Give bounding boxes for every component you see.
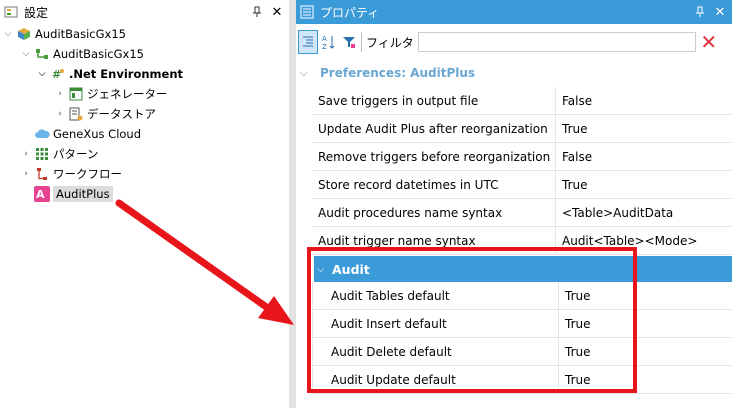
- properties-title: プロパティ: [320, 5, 380, 20]
- version-icon: [34, 46, 50, 62]
- pin-icon[interactable]: [247, 2, 267, 22]
- property-value[interactable]: True: [559, 338, 732, 366]
- chevron-down-icon[interactable]: ⌵: [36, 68, 48, 80]
- chevron-right-icon[interactable]: ›: [20, 168, 32, 180]
- section-title: Preferences: AuditPlus: [320, 66, 476, 80]
- property-name: Update Audit Plus after reorganization: [312, 115, 556, 143]
- chevron-down-icon[interactable]: ⌵: [317, 264, 329, 275]
- settings-icon: [3, 4, 19, 20]
- preferences-titlebar: 設定 ✕: [0, 0, 289, 24]
- property-row[interactable]: Audit Tables default True: [296, 282, 732, 310]
- property-value[interactable]: True: [559, 282, 732, 310]
- property-value[interactable]: <Table>AuditData: [556, 199, 732, 227]
- tree-item-label: .Net Environment: [69, 67, 184, 81]
- auditplus-icon: A: [34, 186, 50, 202]
- property-value[interactable]: False: [556, 87, 732, 115]
- generator-icon: [68, 86, 84, 102]
- preferences-panel: 設定 ✕ ⌵ AuditBasicGx15 ⌵ AuditBasicGx15 ⌵…: [0, 0, 289, 408]
- property-name: Store record datetimes in UTC: [312, 171, 556, 199]
- workflow-icon: [34, 166, 50, 182]
- property-value[interactable]: True: [556, 115, 732, 143]
- properties-icon: [299, 4, 315, 20]
- tree-item-label: AuditPlus: [53, 186, 113, 202]
- panel-splitter[interactable]: [289, 0, 296, 408]
- property-row[interactable]: Save triggers in output file False: [296, 87, 732, 115]
- property-row[interactable]: Audit trigger name syntax Audit<Table><M…: [296, 227, 732, 255]
- properties-titlebar: プロパティ ✕: [296, 0, 732, 24]
- property-name: Audit procedures name syntax: [312, 199, 556, 227]
- preferences-title: 設定: [24, 5, 49, 20]
- filter-label: フィルタ: [366, 35, 414, 50]
- sort-az-icon[interactable]: AZ: [320, 31, 338, 53]
- tree-item-label: AuditBasicGx15: [35, 27, 126, 41]
- chevron-right-icon[interactable]: ›: [54, 108, 66, 120]
- tree-item-environment[interactable]: ⌵ # .Net Environment: [36, 64, 183, 84]
- property-row[interactable]: Store record datetimes in UTC True: [296, 171, 732, 199]
- property-value[interactable]: True: [559, 310, 732, 338]
- property-name: Save triggers in output file: [312, 87, 556, 115]
- property-row[interactable]: Audit Insert default True: [296, 310, 732, 338]
- property-value[interactable]: False: [556, 143, 732, 171]
- tree-item-label: データストア: [87, 107, 156, 121]
- kb-icon: [16, 26, 32, 42]
- chevron-right-icon[interactable]: ›: [20, 148, 32, 160]
- group-title: Audit: [332, 261, 370, 277]
- tree-item-datastores[interactable]: › データストア: [54, 104, 156, 124]
- property-value[interactable]: True: [559, 366, 732, 394]
- filter-icon[interactable]: [340, 31, 358, 53]
- svg-text:#: #: [52, 68, 61, 81]
- tree-item-kb[interactable]: ⌵ AuditBasicGx15: [2, 24, 126, 44]
- property-name: Audit Update default: [313, 366, 559, 394]
- tree-item-label: ワークフロー: [53, 167, 122, 181]
- pin-icon[interactable]: [690, 2, 710, 22]
- tree-item-label: AuditBasicGx15: [53, 47, 144, 61]
- property-name: Audit trigger name syntax: [312, 227, 556, 255]
- pattern-icon: [34, 146, 50, 162]
- tree-item-label: パターン: [53, 147, 99, 161]
- svg-text:A: A: [322, 35, 327, 43]
- tree-item-generators[interactable]: › ジェネレーター: [54, 84, 168, 104]
- group-header-audit[interactable]: ⌵ Audit: [314, 256, 732, 282]
- property-name: Audit Tables default: [313, 282, 559, 310]
- tree-item-patterns[interactable]: › パターン: [20, 144, 98, 164]
- clear-filter-icon[interactable]: ✕: [698, 30, 720, 54]
- properties-panel: プロパティ ✕ AZ フィルタ ✕ ⌵ Preferences: AuditPl…: [296, 0, 732, 408]
- svg-text:A: A: [36, 188, 45, 201]
- chevron-down-icon[interactable]: ⌵: [20, 48, 32, 60]
- property-row[interactable]: Audit procedures name syntax <Table>Audi…: [296, 199, 732, 227]
- categorized-icon[interactable]: [298, 30, 318, 54]
- property-row[interactable]: Remove triggers before reorganization Fa…: [296, 143, 732, 171]
- tree-item-label: GeneXus Cloud: [53, 127, 142, 141]
- property-row[interactable]: Audit Delete default True: [296, 338, 732, 366]
- close-icon[interactable]: ✕: [710, 2, 730, 22]
- tree-item-workflow[interactable]: › ワークフロー: [20, 164, 122, 184]
- property-value[interactable]: True: [556, 171, 732, 199]
- section-header-preferences[interactable]: ⌵ Preferences: AuditPlus: [296, 61, 732, 85]
- tree-item-auditplus[interactable]: A AuditPlus: [20, 184, 113, 204]
- properties-toolbar: AZ フィルタ ✕: [296, 28, 732, 56]
- datastore-icon: [68, 106, 84, 122]
- filter-input[interactable]: [417, 32, 696, 52]
- property-name: Audit Insert default: [313, 310, 559, 338]
- tree-item-genexus-cloud[interactable]: GeneXus Cloud: [20, 124, 141, 144]
- environment-icon: #: [50, 66, 66, 82]
- tree-item-label: ジェネレーター: [87, 87, 168, 101]
- chevron-down-icon[interactable]: ⌵: [300, 68, 314, 79]
- chevron-right-icon[interactable]: ›: [54, 88, 66, 100]
- chevron-down-icon[interactable]: ⌵: [2, 28, 14, 40]
- cloud-icon: [34, 126, 50, 142]
- property-value[interactable]: Audit<Table><Mode>: [556, 227, 732, 255]
- property-name: Audit Delete default: [313, 338, 559, 366]
- tree-item-version[interactable]: ⌵ AuditBasicGx15: [20, 44, 144, 64]
- close-icon[interactable]: ✕: [267, 2, 287, 22]
- property-name: Remove triggers before reorganization: [312, 143, 556, 171]
- svg-text:Z: Z: [322, 43, 327, 50]
- property-row[interactable]: Audit Update default True: [296, 366, 732, 394]
- property-row[interactable]: Update Audit Plus after reorganization T…: [296, 115, 732, 143]
